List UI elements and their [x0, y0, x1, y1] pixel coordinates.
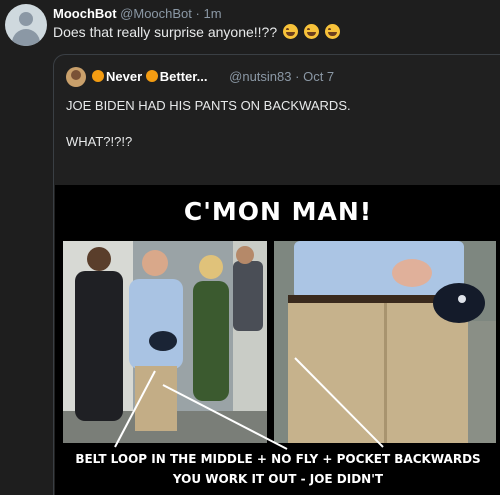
separator-dot: ·	[195, 6, 200, 21]
default-avatar-head-icon	[19, 12, 33, 26]
orange-circle-icon	[145, 70, 158, 82]
quoted-tweet-timestamp[interactable]: Oct 7	[303, 69, 334, 84]
tweet-text: Does that really surprise anyone!!??	[53, 24, 340, 40]
quoted-name-part-1: Never	[106, 69, 143, 84]
quoted-user-handle[interactable]: @nutsin83	[229, 69, 291, 84]
tweet-timestamp[interactable]: 1m	[204, 6, 222, 21]
annotation-arrows	[114, 357, 384, 450]
tweet[interactable]: MoochBot @MoochBot · 1m Does that really…	[0, 0, 500, 495]
tears-of-joy-emoji-icon	[283, 24, 299, 39]
quoted-text-line: JOE BIDEN HAD HIS PANTS ON BACKWARDS.	[66, 98, 351, 113]
quoted-user-avatar[interactable]	[66, 67, 86, 87]
meme-caption-line-1: BELT LOOP IN THE MIDDLE + NO FLY + POCKE…	[75, 452, 481, 466]
quoted-tweet-header: Never Better... @nutsin83 · Oct 7	[92, 69, 334, 84]
quoted-tweet-text: JOE BIDEN HAD HIS PANTS ON BACKWARDS. WH…	[66, 97, 351, 169]
quoted-text-line: WHAT?!?!?	[66, 134, 133, 149]
tears-of-joy-emoji-icon	[303, 24, 319, 39]
quoted-name-part-2: Better...	[159, 69, 208, 84]
quoted-display-name[interactable]: Never Better...	[92, 69, 211, 84]
meme-caption-line-2: YOU WORK IT OUT - JOE DIDN'T	[172, 472, 384, 486]
meme-image[interactable]: C'MON MAN! BELT LOOP IN THE MIDDLE + NO …	[55, 185, 500, 495]
tweet-text-body: Does that really surprise anyone!!??	[53, 24, 278, 40]
quoted-tweet[interactable]: Never Better... @nutsin83 · Oct 7 JOE BI…	[53, 54, 500, 495]
tweet-header: MoochBot @MoochBot · 1m	[53, 6, 222, 21]
tears-of-joy-emoji-icon	[324, 24, 340, 39]
default-avatar-body-icon	[12, 29, 40, 46]
separator-dot: ·	[295, 69, 300, 84]
user-handle[interactable]: @MoochBot	[120, 6, 192, 21]
user-avatar[interactable]	[5, 4, 47, 46]
orange-circle-icon	[92, 70, 104, 82]
display-name[interactable]: MoochBot	[53, 6, 117, 21]
